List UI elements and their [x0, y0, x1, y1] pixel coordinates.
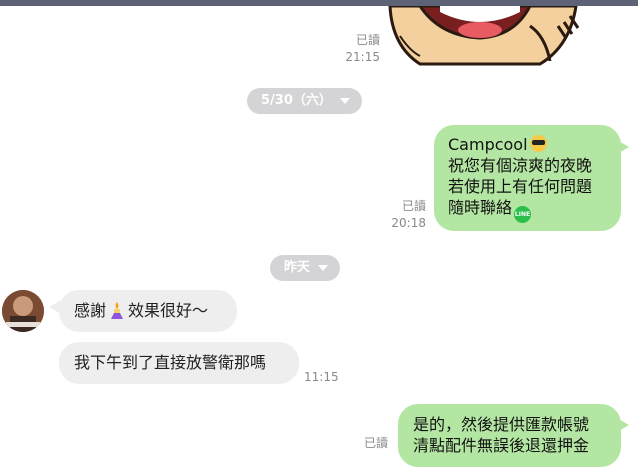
read-label: 已讀	[401, 199, 426, 213]
chevron-down-icon	[318, 265, 329, 271]
incoming-message-thanks[interactable]: 感謝 效果很好～	[59, 290, 237, 332]
candle-emoji-icon	[111, 302, 124, 319]
reply-read-status: 已讀	[363, 436, 388, 450]
outgoing-message-reply[interactable]: 是的，然後提供匯款帳號 清點配件無誤後退還押金	[398, 404, 621, 467]
campcool-read-status: 已讀 20:18	[382, 198, 426, 232]
chevron-down-icon	[339, 98, 350, 104]
line-logo-icon: LINE	[514, 206, 532, 223]
dog-sticker-icon	[388, 6, 580, 66]
message-text: Campcool	[448, 135, 528, 154]
date-separator-may30[interactable]: 5/30（六）	[247, 88, 362, 114]
bubble-tail	[617, 418, 629, 432]
bubble-tail	[617, 140, 629, 154]
sticker-image[interactable]	[380, 6, 586, 66]
read-label: 已讀	[355, 33, 380, 47]
message-text: 祝您有個涼爽的夜晚	[448, 156, 593, 175]
date-separator-yesterday[interactable]: 昨天	[270, 255, 341, 281]
message-text: 效果很好～	[128, 301, 209, 320]
outgoing-message-campcool[interactable]: Campcool 祝您有個涼爽的夜晚 若使用上有任何問題 隨時聯絡 LINE	[434, 125, 621, 231]
bubble-tail	[49, 300, 61, 314]
sticker-read-status: 已讀 21:15	[334, 32, 380, 66]
sunglasses-emoji-icon	[529, 135, 547, 152]
message-text: 感謝	[74, 301, 107, 320]
timestamp: 20:18	[391, 216, 426, 230]
message-text: 若使用上有任何問題	[448, 177, 593, 196]
customer-timestamp: 11:15	[304, 370, 339, 384]
message-text: 清點配件無誤後退還押金	[413, 436, 590, 455]
contact-avatar[interactable]	[2, 290, 44, 332]
date-label: 5/30（六）	[261, 93, 332, 108]
incoming-message-question[interactable]: 我下午到了直接放警衛那嗎	[59, 342, 299, 384]
timestamp: 21:15	[345, 50, 380, 64]
message-text: 隨時聯絡	[448, 198, 513, 217]
message-text: 我下午到了直接放警衛那嗎	[74, 353, 267, 372]
date-label: 昨天	[284, 260, 311, 275]
message-text: 是的，然後提供匯款帳號	[413, 415, 590, 434]
avatar-image-icon	[2, 290, 44, 332]
